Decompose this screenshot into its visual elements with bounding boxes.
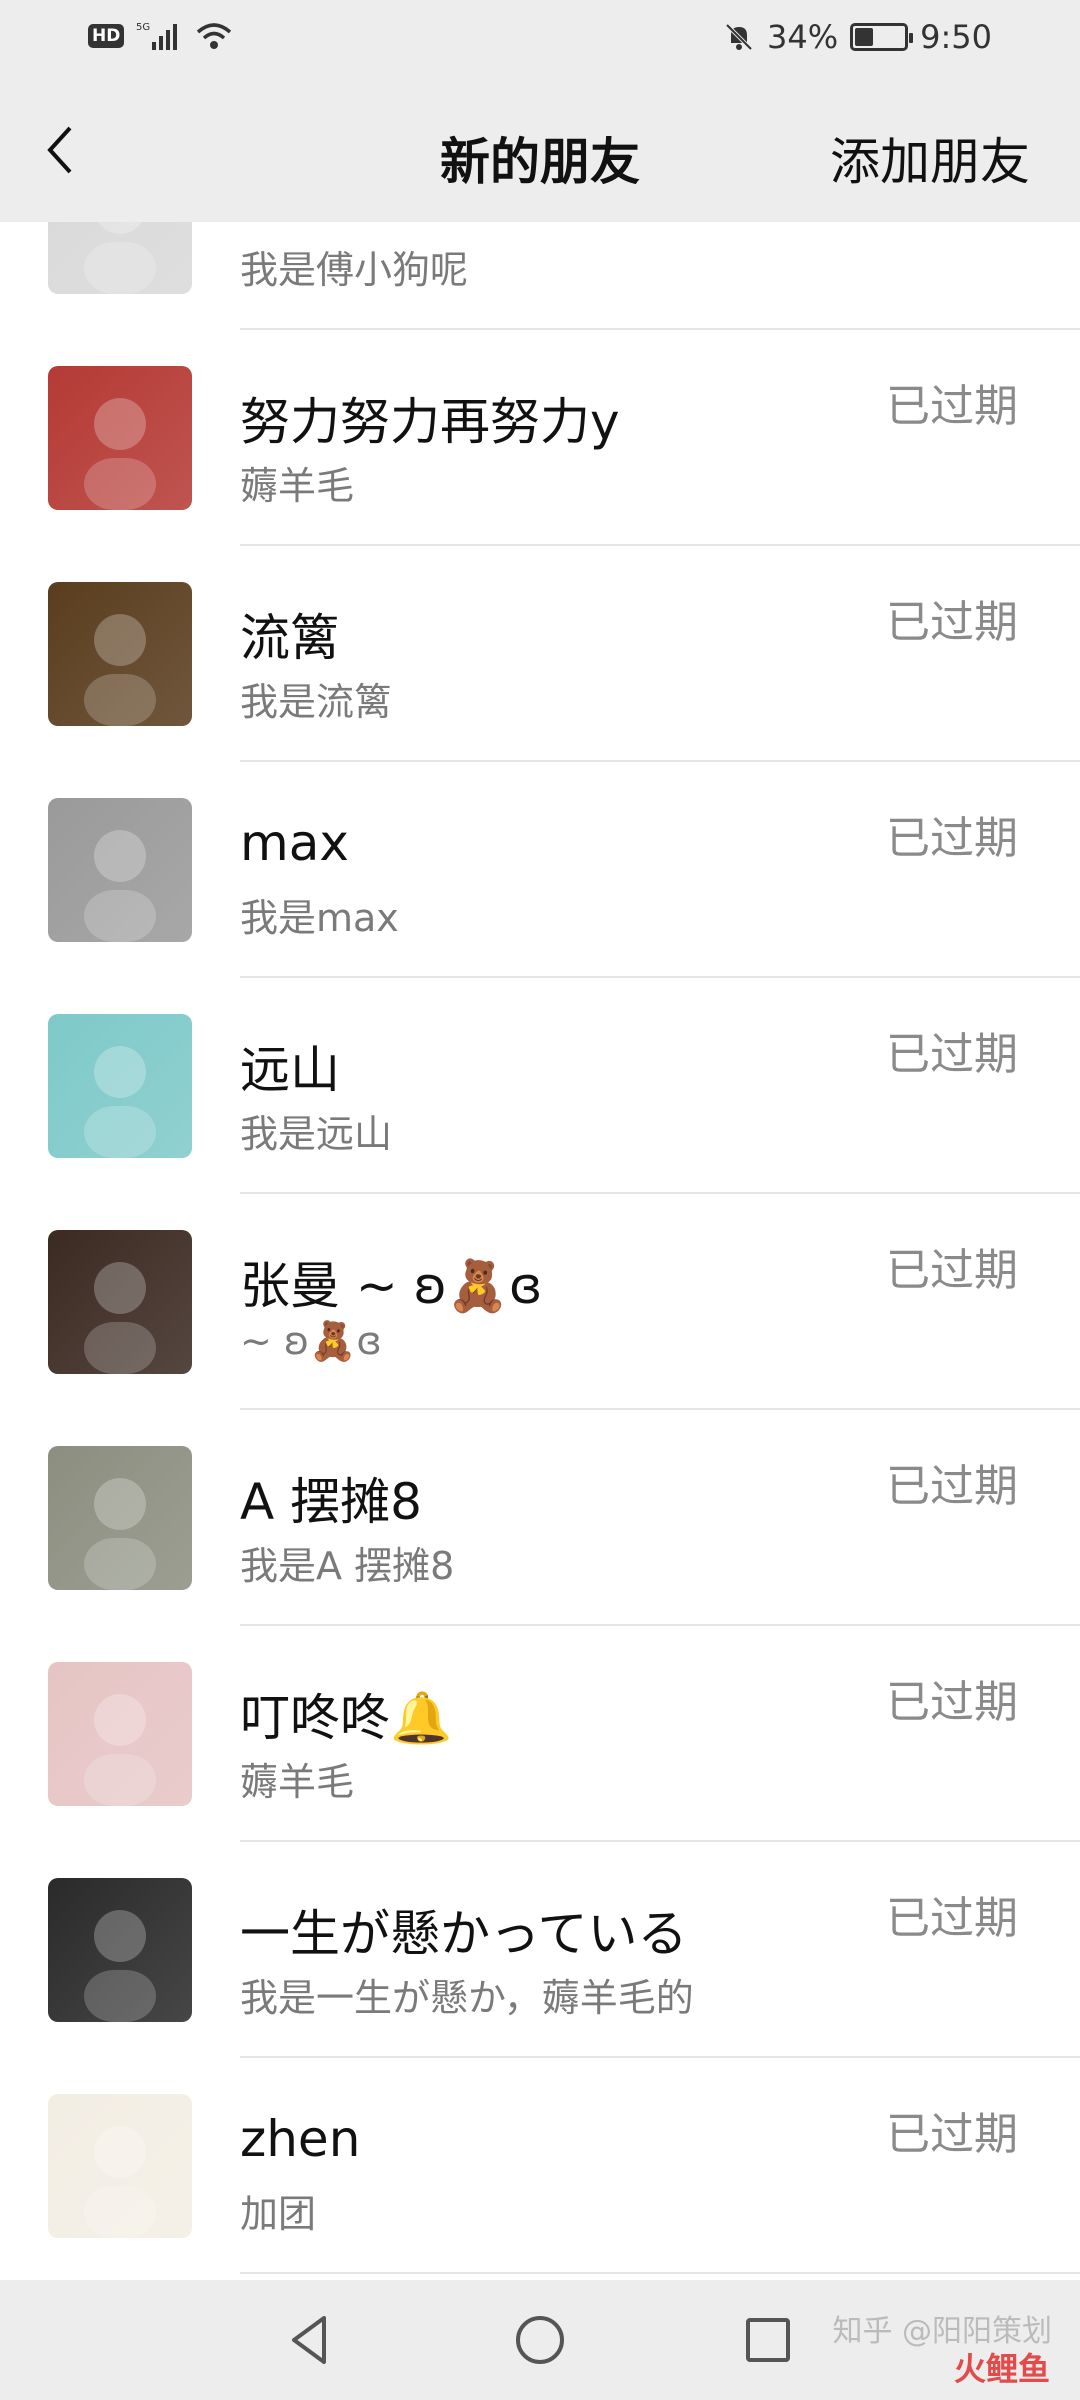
- request-status-label: 已过期: [886, 1461, 1018, 1512]
- sketch-portrait-avatar[interactable]: [48, 222, 192, 294]
- water-droplet-avatar[interactable]: [48, 1014, 192, 1158]
- avatar-photo: [84, 614, 156, 726]
- avatar-photo: [84, 222, 156, 294]
- circle-home-icon: [516, 2316, 564, 2364]
- request-status-label: 已过期: [886, 813, 1018, 864]
- friend-request-row[interactable]: 叮咚咚🔔 薅羊毛 已过期: [0, 1626, 1080, 1842]
- square-recents-icon: [746, 2318, 790, 2362]
- status-bar: HD 5G 34% 9:50: [0, 0, 1080, 80]
- friend-request-row[interactable]: max 我是max 已过期: [0, 762, 1080, 978]
- friend-name: 远山: [240, 1041, 340, 1099]
- avatar-photo: [84, 1694, 156, 1806]
- nav-bar: 新的朋友 添加朋友: [0, 80, 1080, 222]
- friend-name: A 摆摊8: [240, 1473, 422, 1531]
- friend-request-message: 加团: [240, 2192, 317, 2236]
- friend-request-row[interactable]: 一生が懸かっている我是一生が懸か，薅羊毛的 已过期: [0, 1842, 1080, 2058]
- status-left: HD 5G: [88, 20, 234, 52]
- friend-request-row[interactable]: zhen 加团 已过期: [0, 2058, 1080, 2274]
- avatar-photo: [84, 398, 156, 510]
- friend-request-message: 我是傅小狗呢: [240, 248, 469, 292]
- avatar-photo: [84, 830, 156, 942]
- friend-request-row[interactable]: 我是傅小狗呢: [0, 222, 1080, 330]
- green-toy-avatar[interactable]: [48, 1446, 192, 1590]
- request-status-label: 已过期: [886, 1893, 1018, 1944]
- friend-name: zhen: [240, 2110, 361, 2168]
- system-navigation-bar: 知乎 @阳阳策划 火鲤鱼: [0, 2280, 1080, 2400]
- network-label: 5G: [136, 22, 150, 33]
- request-status-label: 已过期: [886, 597, 1018, 648]
- friend-name: max: [240, 814, 349, 872]
- friend-request-message: 我是流篱: [240, 680, 393, 724]
- friend-name: 一生が懸かっている: [240, 1905, 688, 1963]
- avatar-photo: [84, 1262, 156, 1374]
- avatar-photo: [84, 2126, 156, 2238]
- recents-nav-button[interactable]: [738, 2310, 798, 2370]
- rabbit-toy-avatar[interactable]: [48, 798, 192, 942]
- friend-request-message: 我是A 摆摊8: [240, 1544, 455, 1588]
- friend-name: 叮咚咚🔔: [240, 1689, 453, 1747]
- battery-icon: [850, 23, 914, 51]
- watermark-logo: 火鲤鱼: [953, 2350, 1050, 2388]
- friend-request-row[interactable]: 流篱我是流篱 已过期: [0, 546, 1080, 762]
- request-status-label: 已过期: [886, 1677, 1018, 1728]
- request-status-label: 已过期: [886, 2109, 1018, 2160]
- hd-badge: HD: [88, 24, 125, 48]
- battery-fill: [855, 28, 873, 46]
- paw-avatar[interactable]: [48, 1662, 192, 1806]
- triangle-back-icon: [292, 2316, 326, 2364]
- back-nav-button[interactable]: [280, 2310, 340, 2370]
- friend-name: 张曼 ~ ʚ🧸ɞ: [240, 1257, 543, 1315]
- cartoon-girl-avatar[interactable]: [48, 1878, 192, 2022]
- signal-icon: 5G: [136, 22, 178, 50]
- avatar-photo: [84, 1910, 156, 2022]
- friend-request-row[interactable]: A 摆摊8 我是A 摆摊8 已过期: [0, 1410, 1080, 1626]
- friend-request-list[interactable]: 我是傅小狗呢 努力努力再努力y 薅羊毛 已过期 流篱 我是流篱 已过期 max 我是max 已过期…: [0, 222, 1080, 2280]
- add-friend-button[interactable]: 添加朋友: [830, 122, 1030, 194]
- request-status-label: 已过期: [886, 1029, 1018, 1080]
- request-status-label: 已过期: [886, 1245, 1018, 1296]
- clock: 9:50: [920, 18, 992, 56]
- couple-photo-avatar[interactable]: [48, 366, 192, 510]
- friend-request-message: 薅羊毛: [240, 1760, 355, 1804]
- battery-percent: 34%: [767, 18, 839, 56]
- request-status-label: 已过期: [886, 381, 1018, 432]
- friend-request-message: 我是一生が懸か，薅羊毛的: [240, 1976, 694, 2020]
- friend-request-row[interactable]: 张曼 ~ ʚ🧸ɞ ~ ʚ🧸ɞ 已过期: [0, 1194, 1080, 1410]
- friend-request-message: 我是max: [240, 896, 399, 940]
- mute-bell-icon: [725, 23, 753, 51]
- friend-request-message: 我是远山: [240, 1112, 393, 1156]
- friend-name: 流篱: [240, 609, 340, 667]
- friend-request-row[interactable]: 远山我是远山 已过期: [0, 978, 1080, 1194]
- bird-flowers-avatar[interactable]: [48, 2094, 192, 2238]
- squirrel-avatar[interactable]: [48, 582, 192, 726]
- row-divider: [240, 2272, 1080, 2274]
- avatar-photo: [84, 1046, 156, 1158]
- wifi-icon: [197, 23, 232, 49]
- friend-request-message: ~ ʚ🧸ɞ: [240, 1319, 382, 1363]
- friend-request-row[interactable]: 努力努力再努力y 薅羊毛 已过期: [0, 330, 1080, 546]
- home-nav-button[interactable]: [510, 2310, 570, 2370]
- girl-sunflower-avatar[interactable]: [48, 1230, 192, 1374]
- friend-name: 努力努力再努力y: [240, 393, 620, 451]
- avatar-photo: [84, 1478, 156, 1590]
- status-right: 34% 9:50: [723, 18, 992, 56]
- friend-request-message: 薅羊毛: [240, 464, 355, 508]
